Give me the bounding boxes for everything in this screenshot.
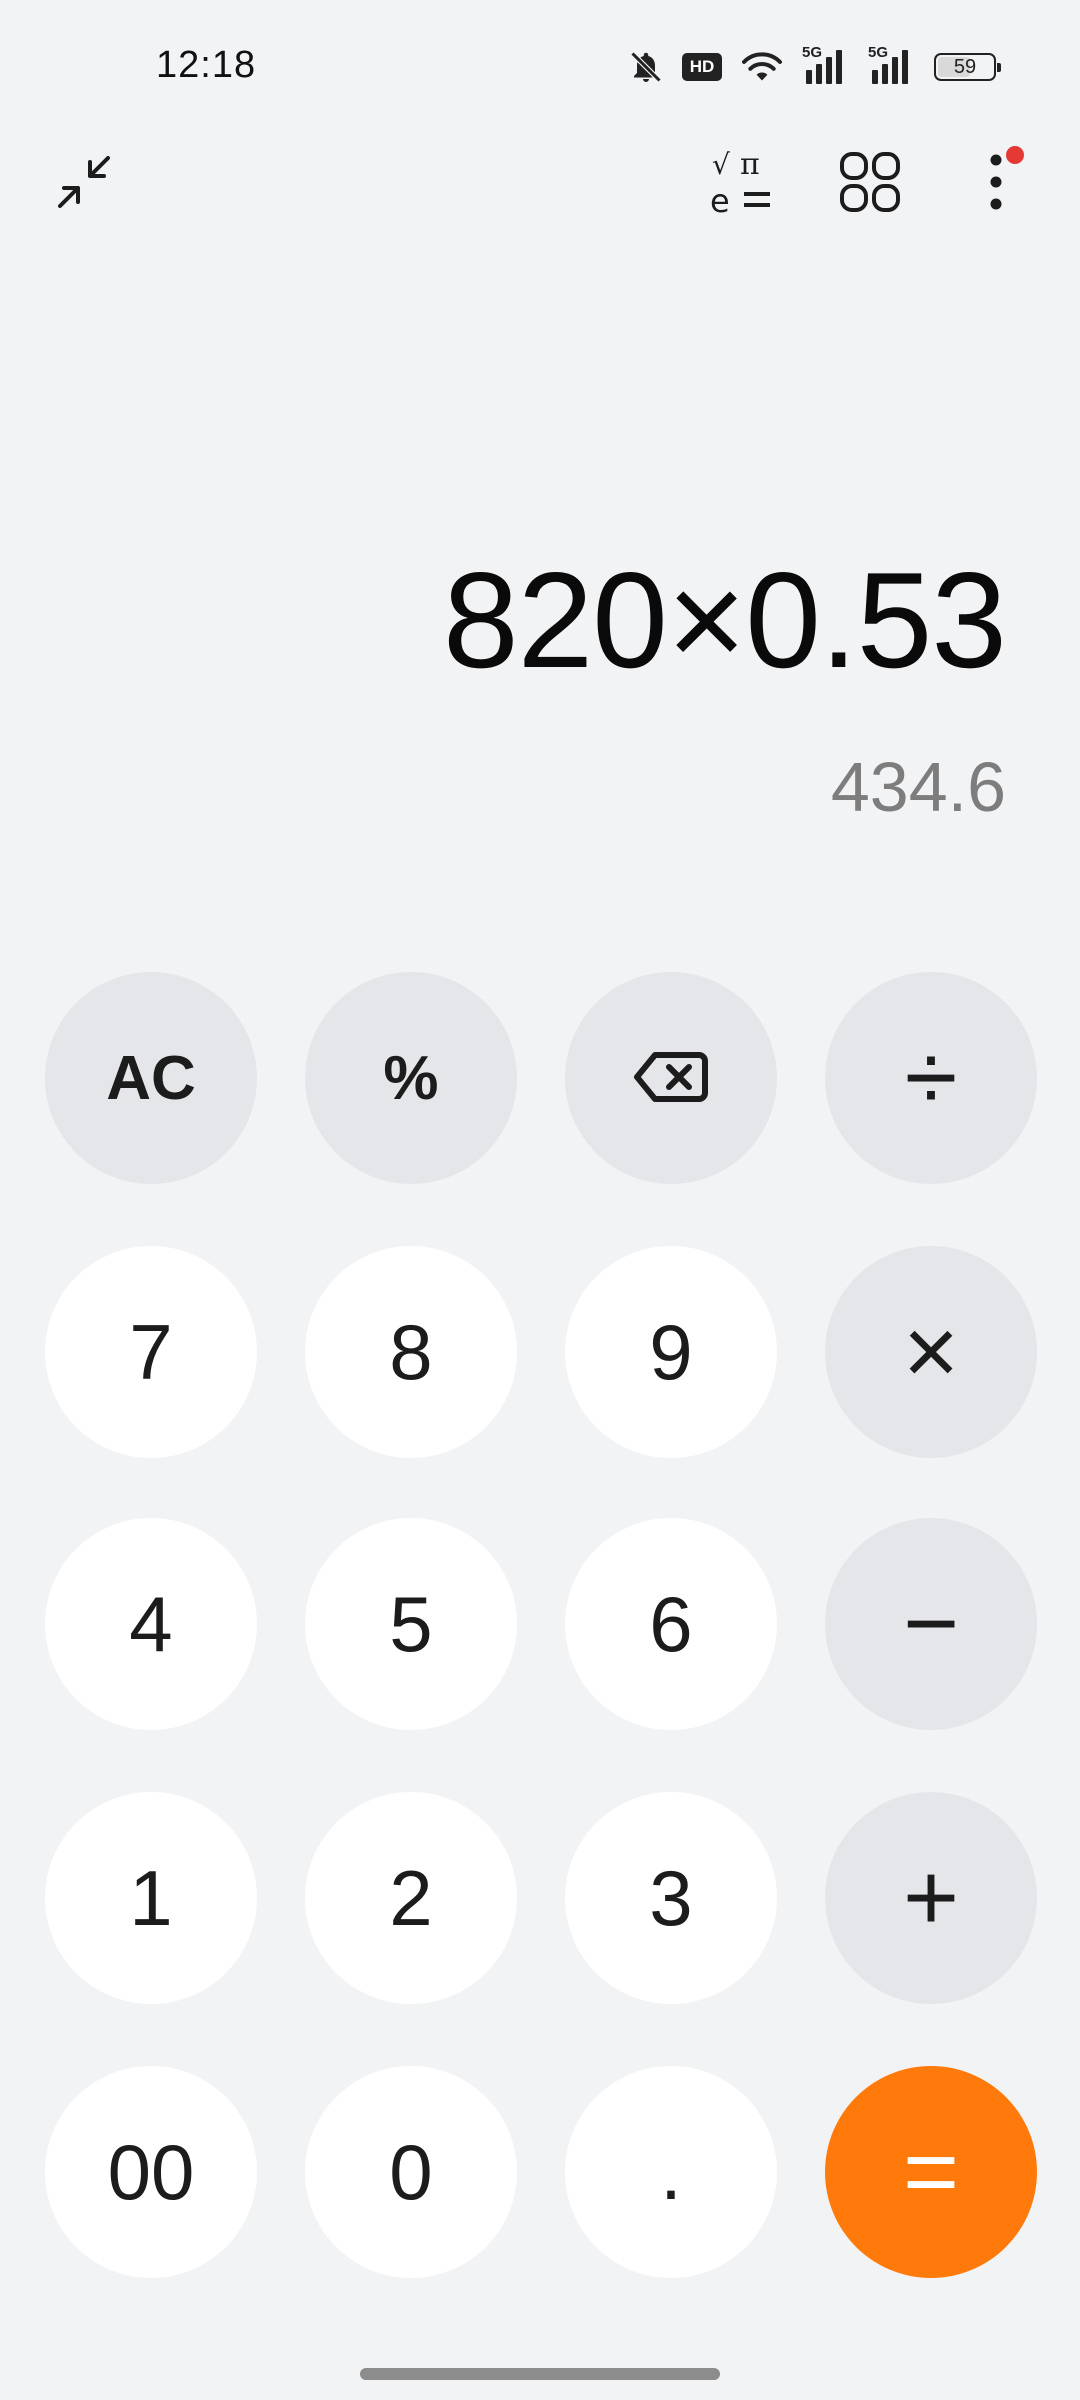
decimal-button[interactable]: . <box>565 2066 777 2278</box>
minus-button[interactable]: − <box>825 1518 1037 1730</box>
equals-button[interactable]: = <box>825 2066 1037 2278</box>
home-indicator[interactable] <box>360 2368 720 2380</box>
digit-7-button[interactable]: 7 <box>45 1246 257 1458</box>
digit-1-button[interactable]: 1 <box>45 1792 257 2004</box>
scientific-mode-button[interactable]: √ π e <box>696 136 792 232</box>
svg-text:π: π <box>740 147 760 182</box>
scientific-functions-icon: √ π e <box>704 142 784 227</box>
expression-display[interactable]: 820×0.53 <box>443 540 1007 700</box>
backspace-icon <box>633 1033 709 1124</box>
percent-button[interactable]: % <box>305 972 517 1184</box>
battery-percent: 59 <box>953 55 977 78</box>
svg-text:√: √ <box>712 148 730 181</box>
digit-5-button[interactable]: 5 <box>305 1518 517 1730</box>
digit-6-button[interactable]: 6 <box>565 1518 777 1730</box>
digit-3-button[interactable]: 3 <box>565 1792 777 2004</box>
digit-4-button[interactable]: 4 <box>45 1518 257 1730</box>
more-options-button[interactable] <box>948 136 1044 232</box>
digit-9-button[interactable]: 9 <box>565 1246 777 1458</box>
status-bar: 12:18 HD 5G 5G 59 <box>0 0 1080 136</box>
wifi-icon <box>740 49 784 85</box>
svg-text:e: e <box>710 182 730 220</box>
collapse-arrows-icon <box>52 150 116 219</box>
hd-voice-icon: HD <box>682 53 722 81</box>
divide-button[interactable]: ÷ <box>825 972 1037 1184</box>
result-preview: 434.6 <box>830 748 1006 826</box>
backspace-button[interactable] <box>565 972 777 1184</box>
clear-button[interactable]: AC <box>45 972 257 1184</box>
status-time: 12:18 <box>156 44 257 86</box>
battery-icon: 59 <box>934 53 1001 81</box>
plus-button[interactable]: + <box>825 1792 1037 2004</box>
digit-8-button[interactable]: 8 <box>305 1246 517 1458</box>
digit-2-button[interactable]: 2 <box>305 1792 517 2004</box>
cellular-5g-icon: 5G <box>802 44 850 86</box>
bell-off-icon <box>628 49 664 85</box>
converters-button[interactable] <box>822 136 918 232</box>
notification-dot <box>1006 146 1024 164</box>
cellular-5g-icon: 5G <box>868 44 916 86</box>
status-icons: HD 5G 5G 59 <box>628 44 1001 88</box>
collapse-button[interactable] <box>36 136 132 232</box>
converters-grid-icon <box>834 146 906 223</box>
double-zero-button[interactable]: 00 <box>45 2066 257 2278</box>
digit-0-button[interactable]: 0 <box>305 2066 517 2278</box>
multiply-button[interactable]: × <box>825 1246 1037 1458</box>
more-vertical-icon <box>986 150 1006 219</box>
